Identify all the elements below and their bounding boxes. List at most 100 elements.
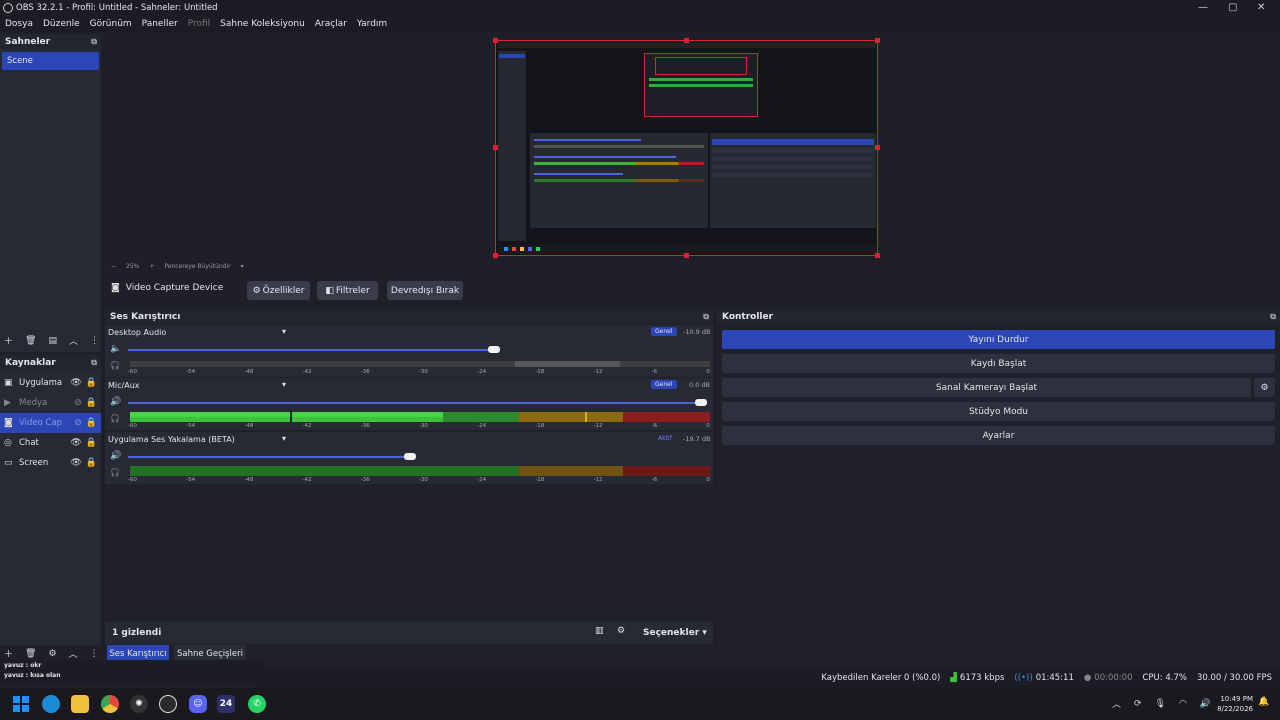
volume-knob[interactable] xyxy=(404,453,416,460)
remove-source-icon[interactable]: 🗑 xyxy=(25,649,36,659)
volume-knob[interactable] xyxy=(488,346,500,353)
properties-button[interactable]: ⚙ Özellikler xyxy=(247,281,310,300)
move-up-icon[interactable]: ︿ xyxy=(69,647,78,660)
source-item-chat[interactable]: ◎ Chat 👁 🔒 xyxy=(0,433,101,453)
menu-yardim[interactable]: Yardım xyxy=(357,19,387,29)
chatgpt-icon[interactable]: ✺ xyxy=(130,695,148,713)
edge-icon[interactable] xyxy=(42,695,60,713)
menu-profil[interactable]: Profil xyxy=(188,19,210,29)
eye-icon[interactable]: 👁 xyxy=(70,378,81,388)
monitor-headphone-icon[interactable]: 🎧 xyxy=(110,468,120,477)
volume-slider[interactable] xyxy=(128,456,413,458)
settings-button[interactable]: Ayarlar xyxy=(722,426,1275,445)
channel-badge[interactable]: Aktif xyxy=(655,434,675,443)
channel-dropdown-icon[interactable]: ▾ xyxy=(282,434,286,443)
menu-sahne-koleksiyonu[interactable]: Sahne Koleksiyonu xyxy=(220,19,305,29)
source-item-video-cap[interactable]: ◙ Video Cap ⊘ 🔒 xyxy=(0,413,101,433)
resize-handle[interactable] xyxy=(875,38,880,43)
resize-handle[interactable] xyxy=(684,253,689,258)
app-24-icon[interactable]: 24 xyxy=(217,695,235,713)
layout-toggle-icon[interactable]: ▥ xyxy=(595,626,604,636)
move-up-icon[interactable]: ︿ xyxy=(69,334,78,347)
scale-tick: -18 xyxy=(535,369,545,375)
eye-hidden-icon[interactable]: ⊘ xyxy=(74,418,82,428)
undock-icon[interactable]: ⧉ xyxy=(91,358,97,368)
microphone-icon[interactable]: 🎙 xyxy=(1155,699,1166,709)
speaker-icon[interactable]: 🔊 xyxy=(110,397,121,407)
menu-duzenle[interactable]: Düzenle xyxy=(43,19,80,29)
studio-mode-button[interactable]: Stüdyo Modu xyxy=(722,402,1275,421)
channel-dropdown-icon[interactable]: ▾ xyxy=(282,380,286,389)
more-icon[interactable]: ⋮ xyxy=(90,649,99,659)
source-item-uygulama[interactable]: ▣ Uygulama 👁 🔒 xyxy=(0,373,101,393)
fit-label[interactable]: Pencereye Büyütündir xyxy=(164,263,230,270)
menu-paneller[interactable]: Paneller xyxy=(142,19,178,29)
add-source-icon[interactable]: ＋ xyxy=(4,647,13,660)
zoom-in-icon[interactable]: + xyxy=(149,263,154,270)
source-settings-icon[interactable]: ⚙ xyxy=(48,649,56,659)
start-virtual-camera-button[interactable]: Sanal Kamerayı Başlat xyxy=(722,378,1251,397)
stop-stream-button[interactable]: Yayını Durdur xyxy=(722,330,1275,349)
source-item-medya[interactable]: ▶ Medya ⊘ 🔒 xyxy=(0,393,101,413)
menu-araclar[interactable]: Araçlar xyxy=(315,19,347,29)
monitor-headphone-icon[interactable]: 🎧 xyxy=(110,414,120,423)
undock-icon[interactable]: ⧉ xyxy=(91,37,97,47)
options-dropdown[interactable]: Seçenekler ▾ xyxy=(643,628,707,638)
notification-icon[interactable]: 🔔 xyxy=(1258,697,1269,707)
undock-icon[interactable]: ⧉ xyxy=(703,312,709,322)
obs-icon[interactable] xyxy=(159,695,177,713)
zoom-out-icon[interactable]: − xyxy=(111,263,116,270)
preview-capture[interactable] xyxy=(495,40,878,256)
resize-handle[interactable] xyxy=(875,253,880,258)
resize-handle[interactable] xyxy=(493,145,498,150)
menu-gorunum[interactable]: Görünüm xyxy=(90,19,132,29)
source-item-screen[interactable]: ▭ Screen 👁 🔒 xyxy=(0,453,101,473)
mixer-settings-icon[interactable]: ⚙ xyxy=(617,626,625,636)
close-icon[interactable]: ✕ xyxy=(1257,2,1265,13)
resize-handle[interactable] xyxy=(875,145,880,150)
clock[interactable]: 10:49 PM 8/22/2026 xyxy=(1208,694,1253,714)
undock-icon[interactable]: ⧉ xyxy=(1270,312,1276,322)
file-explorer-icon[interactable] xyxy=(71,695,89,713)
eye-icon[interactable]: 👁 xyxy=(70,458,81,468)
channel-badge[interactable]: Genel xyxy=(651,327,677,336)
whatsapp-icon[interactable]: ✆ xyxy=(248,695,266,713)
remove-scene-icon[interactable]: 🗑 xyxy=(25,336,36,346)
menu-dosya[interactable]: Dosya xyxy=(5,19,33,29)
resize-handle[interactable] xyxy=(684,38,689,43)
lock-icon[interactable]: 🔒 xyxy=(86,458,97,468)
wifi-icon[interactable]: ◠ xyxy=(1179,699,1187,709)
more-icon[interactable]: ⋮ xyxy=(90,336,99,346)
add-scene-icon[interactable]: ＋ xyxy=(4,334,13,347)
muted-speaker-icon[interactable]: 🔈 xyxy=(110,344,121,354)
resize-handle[interactable] xyxy=(493,253,498,258)
tray-chevron-up-icon[interactable]: ︿ xyxy=(1112,697,1121,710)
channel-dropdown-icon[interactable]: ▾ xyxy=(282,327,286,336)
filters-button[interactable]: ◧ Filtreler xyxy=(317,281,378,300)
eye-hidden-icon[interactable]: ⊘ xyxy=(74,398,82,408)
eye-icon[interactable]: 👁 xyxy=(70,438,81,448)
lock-icon[interactable]: 🔒 xyxy=(86,418,97,428)
scene-filters-icon[interactable]: ▤ xyxy=(48,336,57,346)
deactivate-button[interactable]: Devredışı Bırak xyxy=(387,281,463,300)
volume-slider[interactable] xyxy=(128,402,706,404)
discord-icon[interactable]: ☺ xyxy=(189,695,207,713)
lock-icon[interactable]: 🔒 xyxy=(86,398,97,408)
chevron-down-icon[interactable]: ▾ xyxy=(241,263,244,270)
volume-slider[interactable] xyxy=(128,349,498,351)
resize-handle[interactable] xyxy=(493,38,498,43)
sync-icon[interactable]: ⟳ xyxy=(1134,699,1142,709)
chrome-icon[interactable] xyxy=(101,695,119,713)
minimize-icon[interactable]: — xyxy=(1198,2,1208,13)
scene-item[interactable]: Scene xyxy=(2,52,99,70)
channel-badge[interactable]: Genel xyxy=(651,380,677,389)
speaker-icon[interactable]: 🔊 xyxy=(110,451,121,461)
start-recording-button[interactable]: Kaydı Başlat xyxy=(722,354,1275,373)
virtual-camera-settings-button[interactable]: ⚙ xyxy=(1254,378,1275,397)
monitor-headphone-icon[interactable]: 🎧 xyxy=(110,361,120,370)
lock-icon[interactable]: 🔒 xyxy=(86,378,97,388)
windows-start-icon[interactable] xyxy=(12,695,30,713)
maximize-icon[interactable]: ▢ xyxy=(1228,2,1237,13)
lock-icon[interactable]: 🔒 xyxy=(86,438,97,448)
volume-knob[interactable] xyxy=(695,399,707,406)
